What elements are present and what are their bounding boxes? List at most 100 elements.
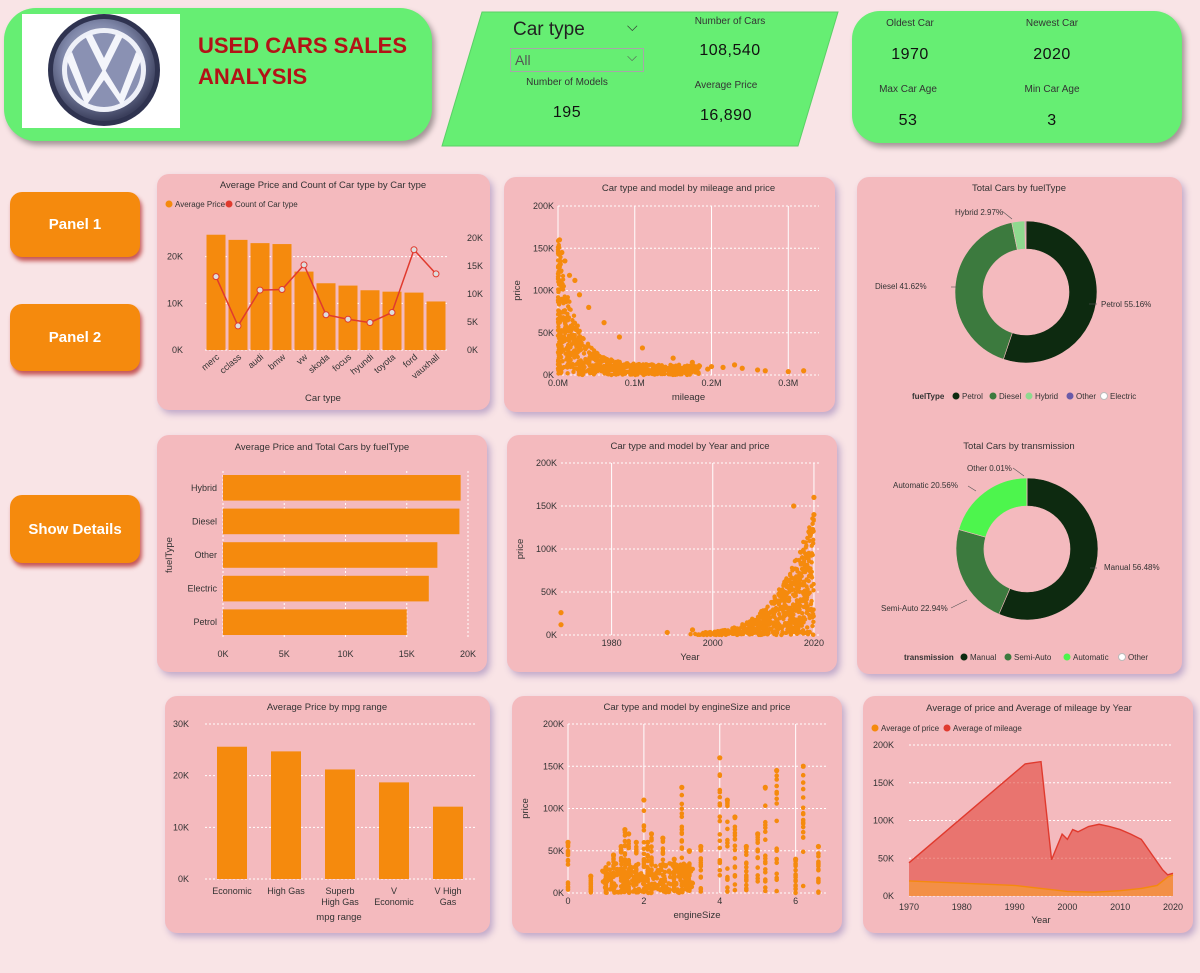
- bar-vauxhall: [426, 301, 446, 350]
- chart-title: Average of price and Average of mileage …: [926, 703, 1132, 714]
- legend-marker-mileage: [943, 724, 951, 732]
- legend-title: fuelType: [912, 392, 945, 401]
- x-tick-label: audi: [246, 352, 265, 371]
- legend-marker-hybrid: [1025, 392, 1033, 400]
- x-tick-label: 2: [641, 896, 646, 906]
- card-price-mileage-by-year: Average of price and Average of mileage …: [863, 696, 1193, 933]
- slice-diesel: [954, 222, 1018, 360]
- bar-toyota: [382, 291, 402, 350]
- legend-label: Petrol: [962, 392, 983, 401]
- bar-petrol: [223, 609, 407, 635]
- bar-electric: [223, 575, 429, 602]
- chart-fueltype-donut: Total Cars by fuelType Petrol 55.16% Diese…: [875, 183, 1151, 401]
- scatter-point: [806, 529, 812, 535]
- chart-enginesize-price: Car type and model by engineSize and pri…: [520, 702, 826, 921]
- bar-v-high-gas: [433, 806, 463, 879]
- x-tick-label: V: [391, 886, 397, 896]
- legend-marker-automatic: [1063, 653, 1071, 661]
- scatter-point: [572, 277, 578, 283]
- scatter-point: [754, 367, 761, 373]
- y-tick-label: Other: [194, 550, 217, 560]
- average-price-label: Average Price: [694, 80, 758, 91]
- legend-marker-average-price: [165, 200, 173, 208]
- scatter-point: [801, 580, 807, 586]
- y-tick-label: Hybrid: [191, 483, 217, 493]
- x-tick-label: 10K: [337, 649, 353, 659]
- x-tick-label: 0: [565, 896, 570, 906]
- legend-label: Other: [1076, 392, 1096, 401]
- slice-label: Petrol 55.16%: [1101, 300, 1151, 309]
- scatter-point: [731, 362, 738, 368]
- x-tick-label: High Gas: [321, 897, 359, 907]
- chart-title: Car type and model by engineSize and pri…: [604, 702, 791, 713]
- scatter-point: [689, 627, 696, 633]
- legend-label: Diesel: [999, 392, 1021, 401]
- bar-high-gas: [271, 751, 301, 879]
- scatter-point: [664, 629, 670, 636]
- card-enginesize-price: Car type and model by engineSize and pri…: [512, 696, 842, 933]
- y2-tick-label: 10K: [467, 289, 483, 299]
- bar-bmw: [272, 244, 292, 350]
- bar-hybrid: [223, 475, 461, 501]
- number-of-cars-label: Number of Cars: [694, 16, 766, 27]
- legend-marker-other: [1118, 653, 1126, 661]
- chart-title: Average Price and Total Cars by fuelType: [235, 442, 409, 453]
- legend-marker-count: [225, 200, 233, 208]
- max-car-age-label: Max Car Age: [879, 84, 937, 95]
- max-car-age-value: 53: [898, 112, 918, 129]
- scatter-point: [566, 272, 573, 278]
- scatter-point: [811, 512, 817, 518]
- panel-1-button[interactable]: Panel 1: [10, 192, 140, 257]
- legend-label: Average Price: [175, 200, 226, 209]
- y-tick-label: 50K: [538, 328, 554, 338]
- slice-leader-line: [1012, 467, 1025, 477]
- y-tick-label: 200K: [873, 740, 894, 750]
- scatter-point: [576, 292, 583, 298]
- y-tick-label: 50K: [878, 853, 894, 863]
- car-type-selected: All: [515, 52, 531, 68]
- scatter-cloud: [688, 516, 816, 638]
- count-point-skoda: [322, 311, 330, 319]
- x-tick-label: High Gas: [267, 886, 305, 896]
- x-tick-label: hyundi: [349, 352, 376, 377]
- min-car-age-value: 3: [1047, 112, 1057, 129]
- y-axis-label: price: [515, 539, 526, 560]
- x-tick-label: 20K: [460, 649, 476, 659]
- scatter-point: [679, 784, 685, 790]
- x-axis-label: Year: [680, 652, 699, 663]
- scatter-point: [639, 345, 646, 351]
- count-point-bmw: [278, 286, 286, 294]
- scatter-point: [558, 622, 564, 628]
- x-tick-label: 0.2M: [702, 378, 722, 388]
- newest-car-label: Newest Car: [1025, 18, 1079, 29]
- car-type-dropdown[interactable]: All ⌵: [510, 48, 644, 72]
- bar-economic: [217, 746, 247, 879]
- legend-marker-other: [1066, 392, 1074, 400]
- title-line-2: ANALYSIS: [198, 64, 308, 89]
- y-tick-label: 0K: [553, 888, 564, 898]
- show-details-button[interactable]: Show Details: [10, 495, 140, 563]
- chevron-down-icon[interactable]: ⌵: [627, 18, 638, 35]
- x-tick-label: 2020: [804, 638, 824, 648]
- y-tick-label: Petrol: [193, 617, 217, 627]
- legend-marker-semi-auto: [1004, 653, 1012, 661]
- scatter-point: [556, 237, 563, 243]
- x-axis-label: Car type: [305, 393, 341, 404]
- y-tick-label: Diesel: [192, 516, 217, 526]
- panel-2-button[interactable]: Panel 2: [10, 304, 140, 371]
- card-mpg-range: Average Price by mpg range 0K 10K 20K 30K Eco…: [165, 696, 490, 933]
- scatter-point: [739, 365, 745, 371]
- bar-v-economic: [379, 782, 409, 879]
- card-price-count-by-car-type: Average Price and Count of Car type by C…: [157, 174, 490, 410]
- scatter-point: [586, 304, 592, 310]
- legend-label: Electric: [1110, 392, 1136, 401]
- y-tick-label: 50K: [541, 587, 557, 597]
- x-tick-label: 2000: [1057, 902, 1077, 912]
- x-tick-label: 1970: [899, 902, 919, 912]
- y2-tick-label: 20K: [467, 233, 483, 243]
- chart-title: Total Cars by fuelType: [972, 183, 1066, 194]
- x-tick-label: 0.3M: [778, 378, 798, 388]
- oldest-car-label: Oldest Car: [886, 18, 934, 29]
- bar-superb-high-gas: [325, 769, 355, 879]
- legend-marker-electric: [1100, 392, 1108, 400]
